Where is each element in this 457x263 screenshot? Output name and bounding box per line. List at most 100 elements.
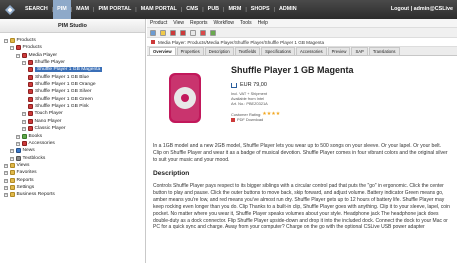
menu-tools[interactable]: Tools: [240, 20, 252, 26]
tree-node[interactable]: + Textblocks: [10, 155, 45, 162]
expand-icon[interactable]: +: [10, 148, 14, 153]
tree-node-label: Shuffle Player 1 GB Orange: [35, 82, 96, 87]
tree-node[interactable]: − Products: [10, 44, 42, 51]
tree-node[interactable]: + Nano Player: [22, 118, 61, 125]
tab-sap[interactable]: SAP: [351, 47, 368, 55]
collapse-icon[interactable]: −: [22, 60, 26, 65]
tree-node[interactable]: − Shuffle Player: [22, 59, 65, 66]
tree-node-label: Shuffle Player 1 GB Green: [35, 97, 93, 102]
tab-description[interactable]: Description: [204, 47, 234, 55]
expand-icon[interactable]: +: [4, 185, 8, 190]
nav-item-mam[interactable]: MAM: [72, 0, 93, 19]
expand-icon[interactable]: +: [22, 126, 26, 131]
tree-node[interactable]: + Accessories: [16, 140, 55, 147]
bookmark-icon[interactable]: [200, 29, 206, 36]
tree-node[interactable]: − Media Player: [16, 52, 57, 59]
node-icon: [15, 45, 21, 50]
menu-reports[interactable]: Reports: [190, 20, 208, 26]
translate-icon[interactable]: [210, 29, 216, 36]
pdf-download-link[interactable]: PDF Download: [231, 117, 263, 122]
nav-item-pub[interactable]: PUB: [204, 0, 223, 19]
breadcrumb: Media Player: Products/Media Player/Shuf…: [147, 38, 457, 47]
tree-node-label: Shuffle Player: [34, 60, 65, 65]
collapse-icon[interactable]: −: [10, 45, 14, 50]
tree-node[interactable]: Shuffle Player 1 GB Orange: [28, 81, 96, 88]
expand-icon[interactable]: +: [4, 192, 8, 197]
tree-node[interactable]: − Products: [4, 37, 36, 44]
tree-node-label: Shuffle Player 1 GB Silver: [35, 89, 92, 94]
nav-item-pim-portal[interactable]: PIM PORTAL: [94, 0, 135, 19]
tree-node[interactable]: + Business Reports: [4, 191, 55, 198]
expand-icon[interactable]: +: [4, 170, 8, 175]
nav-item-pim[interactable]: PIM: [53, 0, 71, 19]
expand-icon[interactable]: +: [16, 141, 20, 146]
tree-node[interactable]: Shuffle Player 1 GB Silver: [28, 88, 91, 95]
tab-properties[interactable]: Properties: [176, 47, 204, 55]
menu-product[interactable]: Product: [150, 20, 167, 26]
nav-item-mam-portal[interactable]: MAM PORTAL: [137, 0, 181, 19]
menu-workflow[interactable]: Workflow: [214, 20, 234, 26]
tab-overview[interactable]: Overview: [149, 47, 176, 55]
tab-textfields[interactable]: Textfields: [234, 47, 261, 55]
expand-icon[interactable]: +: [10, 156, 14, 161]
app-logo-icon: [5, 4, 15, 15]
tree-node[interactable]: Shuffle Player 1 GB Pink: [28, 103, 89, 110]
pdf-icon[interactable]: [170, 29, 176, 36]
tree-node-label: Touch Player: [34, 111, 63, 116]
save-icon[interactable]: [150, 29, 156, 36]
menu-view[interactable]: View: [173, 20, 184, 26]
product-title: Shuffle Player 1 GB Magenta: [231, 65, 354, 75]
tab-accessories[interactable]: Accessories: [295, 47, 327, 55]
tree-node[interactable]: + Touch Player: [22, 110, 63, 117]
menu-help[interactable]: Help: [258, 20, 268, 26]
tree-node[interactable]: + Books: [16, 133, 42, 140]
description-text: Controls Shuffle Player pays respect to …: [153, 183, 450, 231]
tree-node[interactable]: + Classic Player: [22, 125, 65, 132]
tree-node-label: Products: [22, 45, 42, 50]
tree-node[interactable]: Shuffle Player 1 GB Green: [28, 96, 93, 103]
tree-node-label: Textblocks: [22, 156, 46, 161]
tree-node-label: Business Reports: [16, 192, 55, 197]
export-icon[interactable]: [180, 29, 186, 36]
price: EUR 79,00: [240, 82, 267, 88]
edit-icon[interactable]: [160, 29, 166, 36]
tree-node[interactable]: + News: [10, 147, 35, 154]
pim-studio-panel: PIM Studio − Products − Products − Media Play…: [0, 19, 146, 263]
tree-node[interactable]: Shuffle Player 1 GB Magenta: [28, 66, 103, 73]
tree-node[interactable]: + Settings: [4, 184, 34, 191]
node-icon: [28, 104, 33, 109]
cart-icon[interactable]: [231, 82, 237, 88]
product-tree: − Products − Products − Media Player − Shuffle …: [0, 33, 145, 197]
tab-translations[interactable]: Translations: [368, 47, 400, 55]
expand-icon[interactable]: +: [22, 111, 26, 116]
nav-item-search[interactable]: SEARCH: [21, 0, 52, 19]
copy-icon[interactable]: [190, 29, 196, 36]
product-meta: Incl. VAT + Shipment Available from Inte…: [231, 91, 268, 106]
folder-icon: [9, 192, 15, 197]
tree-node[interactable]: + Favorites: [4, 169, 37, 176]
tab-specifications[interactable]: Specifications: [261, 47, 295, 55]
nav-item-shops[interactable]: SHOPS: [247, 0, 274, 19]
expand-icon[interactable]: +: [4, 178, 8, 183]
tree-node-label: Shuffle Player 1 GB Magenta: [35, 67, 103, 72]
tree-node[interactable]: + Reports: [4, 177, 34, 184]
tree-node[interactable]: Shuffle Player 1 GB Blue: [28, 74, 89, 81]
logout-link[interactable]: Logout | admin@CSLive: [391, 0, 453, 19]
tree-node[interactable]: + Views: [4, 162, 29, 169]
expand-icon[interactable]: +: [4, 163, 8, 168]
tree-node-label: Media Player: [28, 53, 58, 58]
node-icon: [27, 111, 33, 116]
folder-icon: [9, 170, 15, 175]
product-editor: Product View Reports Workflow Tools Help Medi…: [147, 19, 457, 263]
overview-content: Shuffle Player 1 GB Magenta EUR 79,00 In…: [147, 57, 457, 263]
nav-item-mrm[interactable]: MRM: [224, 0, 245, 19]
nav-item-admin[interactable]: ADMIN: [275, 0, 301, 19]
tab-preview[interactable]: Preview: [327, 47, 351, 55]
collapse-icon[interactable]: −: [4, 38, 8, 43]
expand-icon[interactable]: +: [22, 119, 26, 124]
pdf-icon: [231, 117, 235, 122]
expand-icon[interactable]: +: [16, 134, 20, 139]
editor-tabs: Overview Properties Description Textfields S…: [147, 47, 457, 56]
nav-item-cms[interactable]: CMS: [182, 0, 202, 19]
collapse-icon[interactable]: −: [16, 53, 20, 58]
